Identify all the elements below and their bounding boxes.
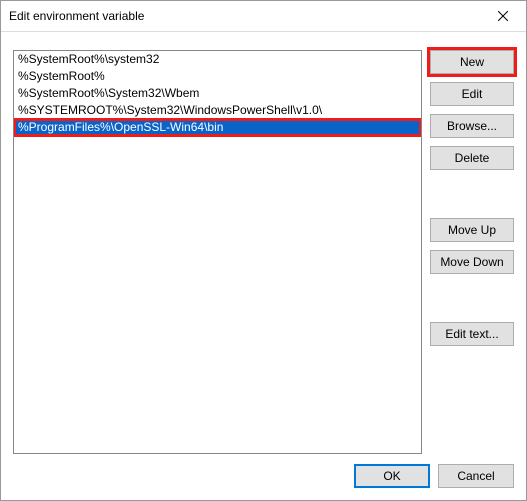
close-icon	[498, 11, 508, 21]
dialog-window: Edit environment variable %SystemRoot%\s…	[0, 0, 527, 501]
window-title: Edit environment variable	[9, 9, 144, 23]
list-item[interactable]: %SystemRoot%	[14, 68, 421, 85]
list-item[interactable]: %SYSTEMROOT%\System32\WindowsPowerShell\…	[14, 102, 421, 119]
delete-button[interactable]: Delete	[430, 146, 514, 170]
browse-button[interactable]: Browse...	[430, 114, 514, 138]
ok-button[interactable]: OK	[354, 464, 430, 488]
new-button[interactable]: New	[430, 50, 514, 74]
list-item[interactable]: %ProgramFiles%\OpenSSL-Win64\bin	[14, 119, 421, 136]
move-up-button[interactable]: Move Up	[430, 218, 514, 242]
side-buttons: New Edit Browse... Delete Move Up Move D…	[430, 44, 514, 454]
path-listbox[interactable]: %SystemRoot%\system32%SystemRoot%%System…	[13, 50, 422, 454]
cancel-button[interactable]: Cancel	[438, 464, 514, 488]
list-item[interactable]: %SystemRoot%\system32	[14, 51, 421, 68]
move-down-button[interactable]: Move Down	[430, 250, 514, 274]
edit-text-button[interactable]: Edit text...	[430, 322, 514, 346]
edit-button[interactable]: Edit	[430, 82, 514, 106]
main-row: %SystemRoot%\system32%SystemRoot%%System…	[13, 44, 514, 454]
dialog-footer: OK Cancel	[13, 454, 514, 488]
list-item[interactable]: %SystemRoot%\System32\Wbem	[14, 85, 421, 102]
titlebar: Edit environment variable	[1, 1, 526, 32]
close-button[interactable]	[480, 1, 526, 31]
dialog-content: %SystemRoot%\system32%SystemRoot%%System…	[1, 32, 526, 500]
